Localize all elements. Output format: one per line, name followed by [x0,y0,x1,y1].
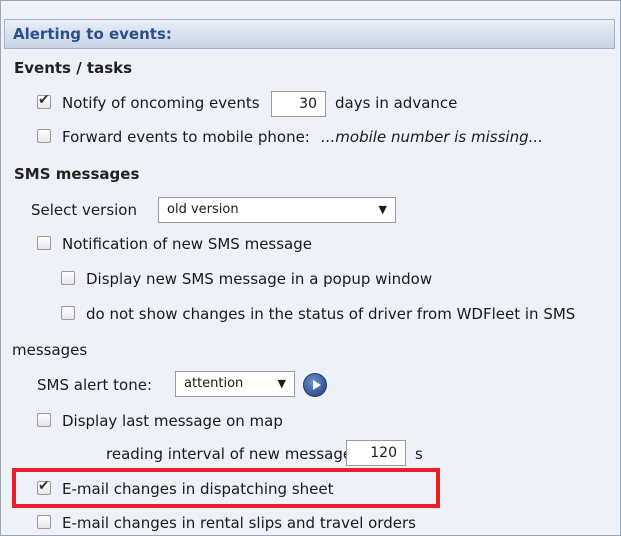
notification-checkbox[interactable] [37,236,51,250]
notify-days-input[interactable]: 30 [271,91,326,117]
dropdown-arrow-icon: ▼ [277,377,286,390]
alerting-panel: Alerting to events: Events / tasks ✔ Not… [0,0,621,536]
version-select[interactable]: old version ▼ [158,197,396,223]
version-select-value: old version [167,202,239,217]
notify-label: Notify of oncoming events [62,94,260,112]
rental-label: E-mail changes in rental slips and trave… [62,514,416,532]
popup-checkbox[interactable] [61,271,75,285]
play-tone-icon[interactable] [303,373,327,397]
display-last-checkbox[interactable] [37,413,51,427]
panel-title: Alerting to events: [13,25,172,43]
alert-tone-value: attention [184,376,244,391]
select-version-label: Select version [31,201,137,219]
alert-tone-label: SMS alert tone: [37,376,153,394]
rental-checkbox[interactable] [37,515,51,529]
check-icon: ✔ [38,92,50,108]
forward-label: Forward events to mobile phone: [62,128,310,146]
panel-header: Alerting to events: [4,19,615,49]
notify-checkbox[interactable]: ✔ [37,92,51,109]
interval-input[interactable]: 120 [346,440,406,466]
no-status-label-continued: messages [12,341,88,359]
notify-days-suffix: days in advance [335,94,458,112]
forward-missing-note: ...mobile number is missing... [321,128,543,146]
notification-label: Notification of new SMS message [62,235,312,253]
no-status-label: do not show changes in the status of dri… [86,305,576,323]
dropdown-arrow-icon: ▼ [378,203,387,216]
popup-label: Display new SMS message in a popup windo… [86,270,433,288]
alert-tone-select[interactable]: attention ▼ [175,371,295,397]
highlight-box [12,468,440,508]
interval-unit: s [415,445,423,463]
events-section-title: Events / tasks [14,59,133,77]
interval-label: reading interval of new messages [106,445,360,463]
forward-checkbox[interactable] [37,129,51,143]
display-last-label: Display last message on map [62,412,283,430]
sms-section-title: SMS messages [14,165,140,183]
no-status-checkbox[interactable] [61,306,75,320]
